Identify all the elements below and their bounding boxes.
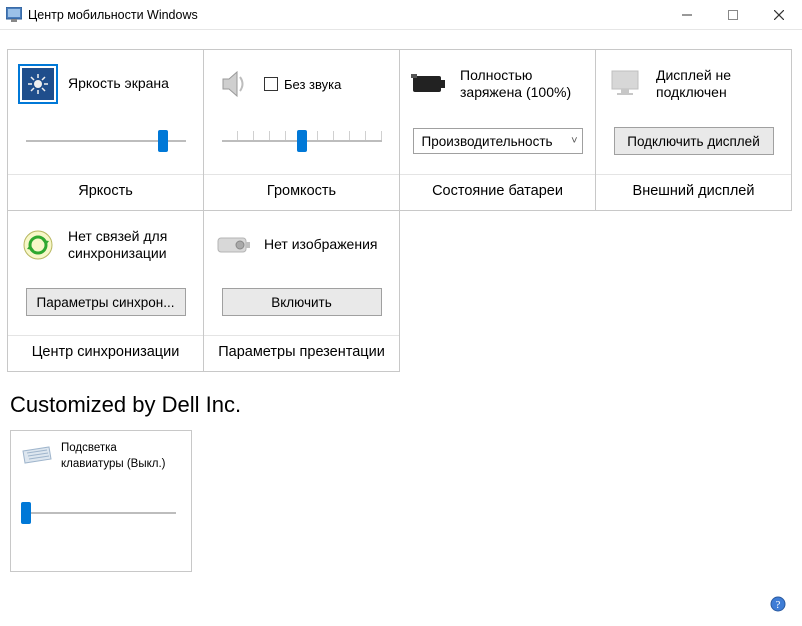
titlebar: Центр мобильности Windows: [0, 0, 802, 30]
brightness-slider[interactable]: [26, 129, 186, 153]
keyboard-backlight-slider[interactable]: [21, 501, 176, 525]
presentation-section-label: Параметры презентации: [204, 335, 399, 368]
sync-tile: Нет связей для синхронизации Параметры с…: [7, 210, 204, 372]
display-tile: Дисплей не подключен Подключить дисплей …: [595, 49, 792, 211]
battery-section-label: Состояние батареи: [400, 174, 595, 207]
brightness-tile: Яркость экрана Яркость: [7, 49, 204, 211]
display-status-label: Дисплей не подключен: [656, 67, 781, 102]
tiles-grid: Яркость экрана Яркость Без звука: [8, 50, 802, 372]
battery-status-label: Полностью заряжена (100%): [460, 67, 585, 102]
connect-display-button-label: Подключить дисплей: [627, 134, 760, 149]
presentation-tile: Нет изображения Включить Параметры презе…: [203, 210, 400, 372]
sync-icon: [18, 225, 58, 265]
maximize-button[interactable]: [710, 0, 756, 30]
presentation-enable-button[interactable]: Включить: [222, 288, 382, 316]
keyboard-backlight-label: Подсветка клавиатуры (Выкл.): [61, 441, 181, 472]
svg-text:?: ?: [776, 599, 781, 611]
sync-settings-button-label: Параметры синхрон...: [37, 295, 175, 310]
power-plan-value: Производительность: [422, 134, 553, 149]
mute-label: Без звука: [284, 77, 341, 92]
minimize-button[interactable]: [664, 0, 710, 30]
sync-settings-button[interactable]: Параметры синхрон...: [26, 288, 186, 316]
presentation-enable-button-label: Включить: [271, 295, 332, 310]
display-section-label: Внешний дисплей: [596, 174, 791, 207]
mute-checkbox-row[interactable]: Без звука: [264, 77, 341, 92]
chevron-down-icon: ˅: [571, 135, 577, 147]
brightness-label: Яркость экрана: [68, 75, 169, 93]
sync-section-label: Центр синхронизации: [8, 335, 203, 368]
speaker-icon: [214, 64, 254, 104]
presentation-status-label: Нет изображения: [264, 236, 377, 254]
battery-icon: [410, 64, 450, 104]
monitor-icon: [606, 64, 646, 104]
mute-checkbox[interactable]: [264, 77, 278, 91]
power-plan-select[interactable]: Производительность ˅: [413, 128, 583, 154]
keyboard-icon: [21, 441, 53, 473]
volume-section-label: Громкость: [204, 174, 399, 207]
app-icon: [6, 7, 22, 23]
close-button[interactable]: [756, 0, 802, 30]
window-title: Центр мобильности Windows: [28, 8, 198, 22]
battery-tile: Полностью заряжена (100%) Производительн…: [399, 49, 596, 211]
brightness-section-label: Яркость: [8, 174, 203, 207]
keyboard-backlight-tile: Подсветка клавиатуры (Выкл.): [10, 430, 192, 572]
customized-by-heading: Customized by Dell Inc.: [10, 392, 802, 418]
brightness-icon: [18, 64, 58, 104]
volume-tile: Без звука Громкость: [203, 49, 400, 211]
sync-status-label: Нет связей для синхронизации: [68, 228, 193, 263]
projector-icon: [214, 225, 254, 265]
volume-slider[interactable]: [222, 129, 382, 153]
help-icon[interactable]: ?: [770, 596, 786, 612]
connect-display-button[interactable]: Подключить дисплей: [614, 127, 774, 155]
